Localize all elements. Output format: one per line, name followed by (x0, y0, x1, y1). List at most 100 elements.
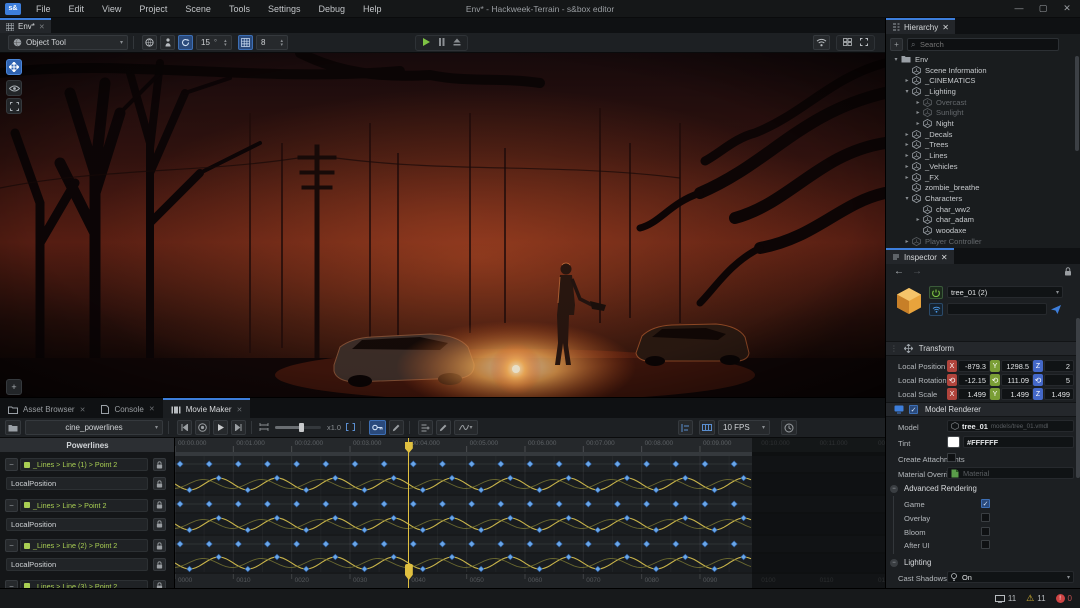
add-gameobject-button[interactable]: + (890, 38, 903, 51)
clip-select[interactable]: cine_powerlines ▾ (25, 420, 163, 435)
tree-expand-icon[interactable]: ▸ (914, 99, 922, 106)
grid-snap-toggle[interactable] (238, 35, 253, 50)
tree-expand-icon[interactable]: ▸ (914, 216, 922, 223)
collapse-track-button[interactable]: − (5, 580, 18, 589)
nav-back-button[interactable]: ← (894, 266, 904, 277)
transform-z-value[interactable]: 1.499 (1044, 388, 1074, 400)
tree-item-woodaxe[interactable]: woodaxe (886, 225, 1076, 236)
checkbox-overlay[interactable] (981, 513, 990, 522)
transform-z-value[interactable]: 5 (1044, 374, 1074, 386)
maximize-button[interactable]: ▢ (1032, 0, 1054, 17)
tree-expand-icon[interactable]: ▸ (903, 174, 911, 181)
tree-item--lighting[interactable]: ▾_Lighting (886, 86, 1076, 97)
history-button[interactable] (781, 420, 797, 435)
timeline-area[interactable]: 00:00.00000:01.00000:02.00000:03.00000:0… (175, 438, 885, 588)
tree-item--cinematics[interactable]: ▸_CINEMATICS (886, 75, 1076, 86)
world-space-button[interactable] (142, 35, 157, 50)
tab-console[interactable]: Console✕ (93, 399, 162, 420)
track-group-name[interactable]: _Lines > Line (3) > Point 2 (20, 580, 148, 589)
tab-movie-maker[interactable]: Movie Maker✕ (163, 398, 251, 419)
viewport-tab-env[interactable]: Env* ✕ (0, 18, 51, 33)
viewport-grid-button[interactable] (839, 38, 856, 48)
tree-collapse-icon[interactable]: ▾ (903, 195, 911, 202)
lock-property-button[interactable] (153, 477, 166, 490)
snap-mode-button[interactable] (678, 420, 693, 435)
model-renderer-header[interactable]: ✓ Model Renderer (886, 402, 1080, 417)
lock-track-button[interactable] (153, 539, 166, 552)
tree-expand-icon[interactable]: ▸ (903, 238, 911, 245)
tag-submit-button[interactable] (1049, 303, 1063, 316)
object-name-field[interactable]: tree_01 (2) ▾ (947, 286, 1063, 298)
menu-edit[interactable]: Edit (60, 0, 94, 18)
tool-select[interactable]: Object Tool ▾ (8, 35, 128, 50)
tag-input[interactable] (947, 303, 1047, 315)
track-property-name[interactable]: LocalPosition (6, 477, 148, 490)
edit-keys-button[interactable] (389, 420, 404, 435)
tree-expand-icon[interactable]: ▸ (903, 131, 911, 138)
add-track-button[interactable] (418, 420, 433, 435)
lock-track-button[interactable] (153, 458, 166, 471)
hierarchy-search-input[interactable] (907, 38, 1059, 51)
track-group-header[interactable]: Powerlines (0, 438, 175, 452)
lock-property-button[interactable] (153, 558, 166, 571)
track-group-name[interactable]: _Lines > Line (2) > Point 2 (20, 539, 148, 552)
checkbox-game[interactable]: ✓ (981, 499, 990, 508)
grid-size-value[interactable]: 8 ▴▾ (256, 35, 288, 50)
play-button[interactable] (418, 38, 434, 48)
errors-indicator[interactable]: ! 0 (1056, 594, 1072, 603)
draw-keys-button[interactable] (436, 420, 451, 435)
transform-x-value[interactable]: -12.15 (958, 374, 990, 386)
lock-inspector-button[interactable] (1064, 267, 1072, 278)
menu-view[interactable]: View (93, 0, 130, 18)
frame-tool-button[interactable] (6, 98, 22, 114)
eject-button[interactable] (449, 38, 465, 48)
lock-track-button[interactable] (153, 499, 166, 512)
go-to-end-button[interactable] (231, 420, 246, 435)
tint-hex-field[interactable]: #FFFFFF (963, 436, 1074, 448)
add-object-button[interactable]: + (6, 379, 22, 395)
transform-z-value[interactable]: 2 (1044, 360, 1074, 372)
track-group-name[interactable]: _Lines > Line > Point 2 (20, 499, 148, 512)
component-enabled-checkbox[interactable]: ✓ (909, 405, 918, 414)
visibility-tool-button[interactable] (6, 80, 22, 96)
material-override-field[interactable]: Material (947, 467, 1074, 479)
inspector-scrollbar[interactable] (1076, 318, 1080, 478)
tree-item-night[interactable]: ▸Night (886, 118, 1076, 129)
close-icon[interactable]: ✕ (39, 23, 45, 31)
tree-item-scene-information[interactable]: Scene Information (886, 65, 1076, 76)
network-mode-button[interactable] (929, 303, 943, 316)
collapse-track-button[interactable]: − (5, 539, 18, 552)
fps-select[interactable]: 10 FPS▾ (718, 420, 770, 435)
menu-settings[interactable]: Settings (259, 0, 310, 18)
lock-property-button[interactable] (153, 518, 166, 531)
fullscreen-button[interactable] (856, 38, 872, 48)
collapse-track-button[interactable]: − (5, 458, 18, 471)
keyframe-mode-button[interactable] (369, 420, 386, 435)
create-attachments-checkbox[interactable] (947, 453, 956, 462)
transform-x-value[interactable]: 1.499 (958, 388, 990, 400)
go-to-start-button[interactable] (177, 420, 192, 435)
curve-mode-button[interactable]: ▾ (454, 420, 478, 435)
transform-section-header[interactable]: ⋮ Transform (886, 341, 1080, 356)
tree-collapse-icon[interactable]: ▾ (892, 56, 900, 63)
tree-item-sunlight[interactable]: ▸Sunlight (886, 108, 1076, 119)
hierarchy-scrollbar[interactable] (1075, 56, 1079, 151)
tree-expand-icon[interactable]: ▸ (903, 77, 911, 84)
lock-track-button[interactable] (153, 580, 166, 589)
menu-help[interactable]: Help (354, 0, 391, 18)
tint-color-swatch[interactable] (947, 436, 960, 448)
tree-item-zombie-breathe[interactable]: zombie_breathe (886, 182, 1076, 193)
stepper-icon[interactable]: ▴▾ (280, 39, 283, 47)
minimize-button[interactable]: — (1008, 0, 1030, 17)
tree-item--lines[interactable]: ▸_Lines (886, 150, 1076, 161)
warnings-indicator[interactable]: ⚠ 11 (1026, 593, 1045, 604)
tab-inspector[interactable]: Inspector ✕ (886, 248, 954, 264)
close-button[interactable]: ✕ (1056, 0, 1078, 17)
transform-y-value[interactable]: 1.499 (1001, 388, 1033, 400)
menu-scene[interactable]: Scene (176, 0, 220, 18)
pause-button[interactable] (434, 38, 449, 48)
lighting-header[interactable]: − Lighting (890, 558, 931, 567)
translate-tool-button[interactable] (6, 59, 22, 75)
range-brackets-button[interactable] (346, 423, 355, 433)
mm-play-button[interactable] (213, 420, 228, 435)
